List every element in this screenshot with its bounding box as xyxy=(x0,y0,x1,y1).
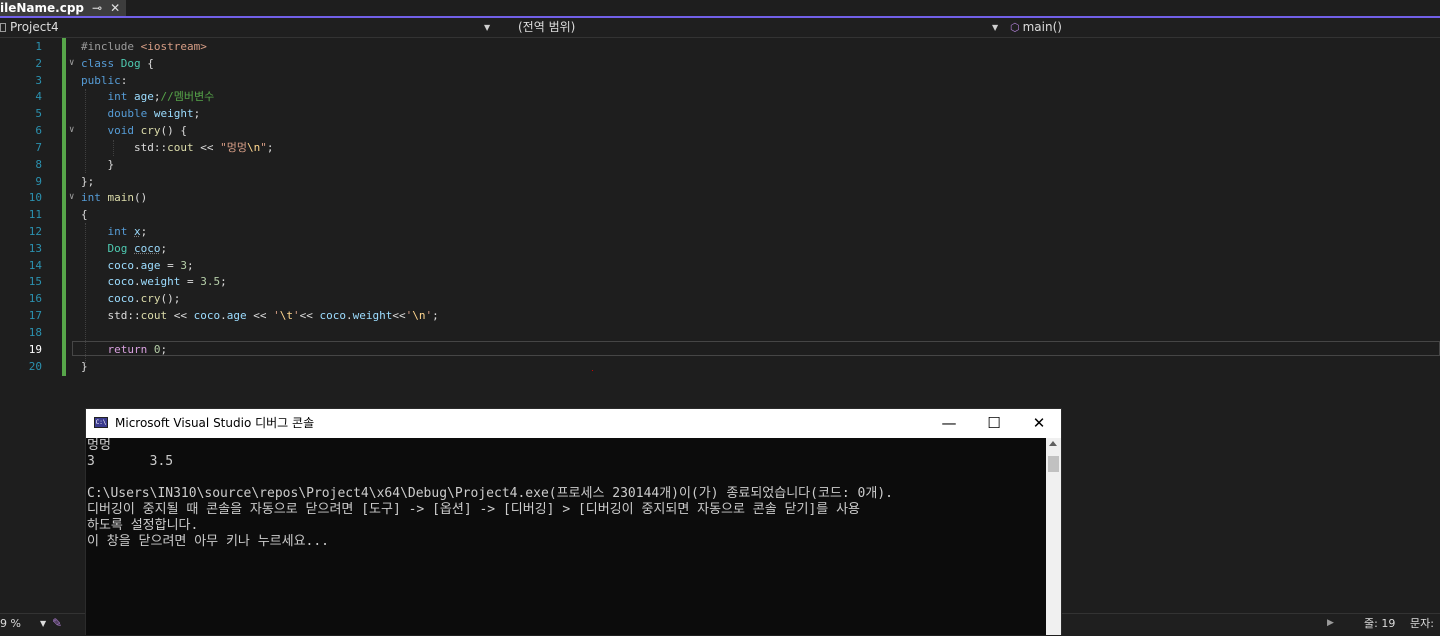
scrollbar-thumb[interactable] xyxy=(1048,456,1059,472)
code-line-4: int age;//멤버변수 xyxy=(107,90,215,103)
error-marker xyxy=(592,370,593,371)
line-number: 6 xyxy=(35,124,42,137)
member-label: main() xyxy=(1022,20,1062,34)
code-line-17: std::cout << coco.age << '\t'<< coco.wei… xyxy=(81,309,439,322)
navigation-bar: Project4 ▼ (전역 범위) ▼ ⬡ main() xyxy=(0,18,1440,38)
scroll-right-icon[interactable]: ▶ xyxy=(1327,614,1334,633)
scroll-up-icon[interactable] xyxy=(1049,441,1057,446)
console-title: Microsoft Visual Studio 디버그 콘솔 xyxy=(115,416,315,430)
member-dropdown[interactable]: ⬡ main() xyxy=(1006,18,1440,37)
line-number: 4 xyxy=(35,90,42,103)
code-line-9: }; xyxy=(81,175,95,188)
console-app-icon: C:\ xyxy=(94,417,108,428)
fold-chevron-icon[interactable]: ∨ xyxy=(69,55,74,72)
code-line-19: return 0; xyxy=(107,343,168,356)
code-line-6: void cry() { xyxy=(107,124,188,137)
line-number: 16 xyxy=(28,292,42,305)
document-tab-strip: ileName.cpp ⊸ ✕ xyxy=(0,0,1440,18)
console-line: 하도록 설정합니다. xyxy=(87,518,199,533)
health-icon[interactable]: ✎ xyxy=(52,616,62,630)
console-line: C:\Users\IN310\source\repos\Project4\x64… xyxy=(87,486,893,501)
fold-chevron-icon[interactable]: ∨ xyxy=(69,122,74,139)
line-number: 9 xyxy=(35,175,42,188)
code-line-3: public: xyxy=(81,74,128,87)
line-number: 10 xyxy=(28,191,42,204)
code-line-14: coco.age = 3; xyxy=(107,259,194,272)
line-number: 7 xyxy=(35,141,42,154)
code-line-12: int x; xyxy=(107,225,148,238)
line-number: 11 xyxy=(28,208,42,221)
line-number-current: 19 xyxy=(28,343,42,356)
scope-label: (전역 범위) xyxy=(518,20,576,34)
chevron-down-icon: ▼ xyxy=(484,23,491,32)
maximize-button[interactable]: ☐ xyxy=(971,409,1017,438)
line-number: 18 xyxy=(28,326,42,339)
document-tab[interactable]: ileName.cpp ⊸ ✕ xyxy=(0,0,127,16)
pin-icon[interactable]: ⊸ xyxy=(92,1,102,15)
project-label: Project4 xyxy=(10,20,59,34)
project-icon xyxy=(0,23,6,32)
chevron-down-icon: ▼ xyxy=(40,619,47,628)
line-number: 20 xyxy=(28,360,42,373)
code-line-11: { xyxy=(81,208,88,221)
code-line-1: #include <iostream> xyxy=(81,40,207,53)
fold-chevron-icon[interactable]: ∨ xyxy=(69,189,74,206)
code-editor[interactable]: 1 2 3 4 5 6 7 8 9 10 11 12 13 14 15 16 1… xyxy=(0,38,1440,410)
close-tab-icon[interactable]: ✕ xyxy=(110,1,120,15)
cube-icon: ⬡ xyxy=(1010,21,1020,34)
zoom-level[interactable]: 9 % ▼ xyxy=(0,614,48,633)
line-indicator: 줄: 19 xyxy=(1364,617,1396,630)
line-number: 8 xyxy=(35,158,42,171)
line-number: 3 xyxy=(35,74,42,87)
console-line: 디버깅이 중지될 때 콘솔을 자동으로 닫으려면 [도구] -> [옵션] ->… xyxy=(87,502,861,517)
column-indicator: 문자: xyxy=(1410,617,1434,630)
console-line: 3 3.5 xyxy=(87,454,174,469)
close-button[interactable]: ✕ xyxy=(1016,409,1062,438)
console-line: 이 창을 닫으려면 아무 키나 누르세요... xyxy=(87,534,330,549)
console-title-bar[interactable]: C:\ Microsoft Visual Studio 디버그 콘솔 — ☐ ✕ xyxy=(86,409,1061,438)
code-line-7: std::cout << "멍멍\n"; xyxy=(81,141,274,154)
line-number: 1 xyxy=(35,40,42,53)
tab-title: ileName.cpp xyxy=(0,1,84,15)
code-line-16: coco.cry(); xyxy=(107,292,181,305)
code-line-13: Dog coco; xyxy=(107,242,168,255)
line-number: 14 xyxy=(28,259,42,272)
line-number: 13 xyxy=(28,242,42,255)
console-scrollbar[interactable] xyxy=(1046,438,1061,635)
console-line: 멍멍 xyxy=(87,438,111,453)
project-dropdown[interactable]: Project4 ▼ xyxy=(0,18,496,37)
line-number: 17 xyxy=(28,309,42,322)
line-number: 12 xyxy=(28,225,42,238)
debug-console-window[interactable]: C:\ Microsoft Visual Studio 디버그 콘솔 — ☐ ✕… xyxy=(85,408,1062,635)
code-line-15: coco.weight = 3.5; xyxy=(107,275,227,288)
line-number: 5 xyxy=(35,107,42,120)
code-line-8: } xyxy=(81,158,115,171)
line-number: 2 xyxy=(35,57,42,70)
code-line-20: } xyxy=(81,360,88,373)
code-line-5: double weight; xyxy=(107,107,201,120)
scope-dropdown[interactable]: (전역 범위) ▼ xyxy=(508,18,1002,37)
console-output[interactable]: 멍멍 3 3.5 C:\Users\IN310\source\repos\Pro… xyxy=(86,438,1046,635)
chevron-down-icon: ▼ xyxy=(992,23,999,32)
code-line-10: int main() xyxy=(81,191,148,204)
minimize-button[interactable]: — xyxy=(926,409,972,438)
line-number: 15 xyxy=(28,275,42,288)
code-line-2: class Dog { xyxy=(81,57,154,70)
